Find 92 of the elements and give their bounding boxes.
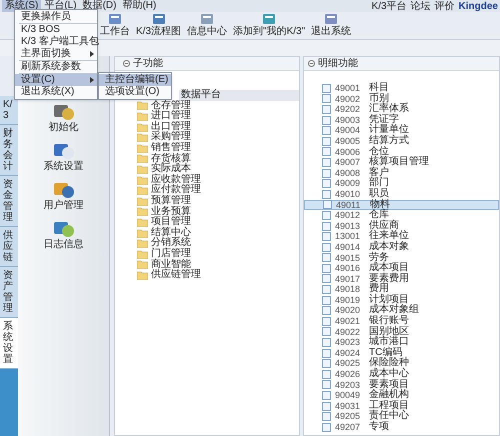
folder-icon xyxy=(137,228,148,238)
menu-item[interactable]: 设置(C) xyxy=(15,74,97,86)
side-tab[interactable]: K/3 xyxy=(0,96,18,125)
function-item[interactable]: 项目管理 xyxy=(115,217,299,228)
function-item[interactable]: 进口管理 xyxy=(115,111,299,122)
header-link[interactable]: Kingdee xyxy=(458,0,498,14)
function-item[interactable]: 数据平台 xyxy=(179,90,299,101)
detail-item[interactable]: 49005 结算方式 xyxy=(304,136,499,147)
side-tab[interactable]: 财务会计 xyxy=(0,125,18,176)
detail-item[interactable]: 49016 成本项目 xyxy=(304,263,499,274)
detail-item[interactable]: 49023 城市港口 xyxy=(304,337,499,348)
detail-item[interactable]: 49026 成本中心 xyxy=(304,369,499,380)
tab-strip-fill xyxy=(0,369,18,436)
folder-icon xyxy=(137,260,148,270)
detail-item[interactable]: 49202 汇率体系 xyxy=(304,104,499,115)
launcher-button[interactable]: 用户管理 xyxy=(44,180,84,211)
toolbar-button[interactable]: 工作台 xyxy=(100,12,130,37)
toolbar-icon xyxy=(200,12,214,26)
header-link[interactable]: K/3平台 xyxy=(372,0,407,14)
folder-icon xyxy=(137,164,148,174)
detail-item[interactable]: 13001 往来单位 xyxy=(304,231,499,242)
launcher-button[interactable]: 系统设置 xyxy=(44,141,84,172)
folder-icon xyxy=(137,154,148,164)
menu-item[interactable]: 帮助(H) xyxy=(119,0,160,12)
menu-item[interactable]: 主界面切换 xyxy=(15,48,97,60)
side-tab[interactable]: 资产管理 xyxy=(0,267,18,318)
detail-item[interactable]: 49001 科目 xyxy=(304,83,499,94)
detail-item[interactable]: 49021 银行账号 xyxy=(304,316,499,327)
function-item[interactable]: 业务预算 xyxy=(115,206,299,218)
menu-item[interactable]: 数据(D) xyxy=(80,0,120,12)
function-item[interactable]: 销售管理 xyxy=(115,142,299,154)
menu-item[interactable]: 主控台编辑(E) xyxy=(99,74,171,86)
collapse-icon[interactable] xyxy=(123,60,130,67)
folder-icon xyxy=(137,239,148,248)
function-item[interactable]: 供应链管理 xyxy=(115,270,299,281)
toolbar-icon xyxy=(262,12,276,26)
detail-item[interactable]: 49007 核算项目管理 xyxy=(304,157,499,168)
side-tab[interactable]: 供应链 xyxy=(0,227,18,267)
function-item[interactable]: 分销系统 xyxy=(115,238,299,249)
detail-item[interactable]: 90049 金融机构 xyxy=(304,390,499,401)
toolbar-button[interactable]: 信息中心 xyxy=(187,12,228,37)
folder-icon xyxy=(137,218,148,227)
toolbar-icon xyxy=(324,12,338,26)
toolbar-icon xyxy=(152,12,166,26)
menu-item[interactable]: 刷新系统参数 xyxy=(15,61,97,73)
folder-icon xyxy=(137,112,148,121)
function-item[interactable]: 门店管理 xyxy=(115,248,299,260)
side-tab[interactable]: 资金管理 xyxy=(0,176,18,227)
header-link[interactable]: 论坛 xyxy=(410,0,431,14)
toolbar-button[interactable]: 退出系统 xyxy=(311,12,352,37)
toolbar-icon xyxy=(108,12,122,26)
folder-icon xyxy=(137,270,148,280)
panel-header: 明细功能 xyxy=(304,57,499,71)
side-tab[interactable]: 系统设置 xyxy=(0,318,18,369)
menu-item[interactable]: K/3 客户端工具包 xyxy=(15,36,97,48)
header-link[interactable]: 评价 xyxy=(434,0,455,14)
folder-icon xyxy=(137,133,148,142)
folder-icon xyxy=(137,196,148,206)
launcher-icon xyxy=(52,219,74,239)
panel-header: 子功能 xyxy=(115,57,299,71)
launcher-button[interactable]: 初始化 xyxy=(48,102,78,133)
menu-item[interactable]: K/3 BOS xyxy=(15,24,97,36)
detail-item[interactable]: 49004 计量单位 xyxy=(304,125,499,136)
launcher-button[interactable]: 日志信息 xyxy=(44,219,84,250)
launcher-icon xyxy=(52,102,74,122)
detail-item[interactable]: 49012 仓库 xyxy=(304,210,499,221)
folder-icon xyxy=(137,250,148,259)
detail-item[interactable]: 49018 费用 xyxy=(304,284,499,295)
folder-icon xyxy=(137,207,148,216)
folder-icon xyxy=(137,122,148,132)
folder-icon xyxy=(137,144,148,153)
launcher-icon xyxy=(52,180,74,200)
function-item[interactable]: 应付款管理 xyxy=(115,185,299,196)
function-item[interactable]: 预算管理 xyxy=(115,196,299,207)
menu-item[interactable]: 选项设置(O) xyxy=(99,86,171,98)
folder-icon xyxy=(137,186,148,196)
toolbar-button[interactable]: K/3流程图 xyxy=(136,12,182,37)
function-item[interactable]: 采购管理 xyxy=(115,132,299,143)
function-item[interactable]: 实际成本 xyxy=(115,164,299,175)
submenu-arrow-icon xyxy=(90,51,94,57)
folder-icon xyxy=(137,176,148,185)
detail-item[interactable]: 49014 成本对象 xyxy=(304,242,499,252)
toolbar-button[interactable]: 添加到"我的K/3" xyxy=(233,12,306,37)
collapse-icon[interactable] xyxy=(308,60,315,67)
detail-item[interactable]: 49009 部门 xyxy=(304,178,499,189)
detail-item[interactable]: 49205 责任中心 xyxy=(304,411,499,422)
submenu-arrow-icon xyxy=(90,77,94,83)
detail-item[interactable]: 49010 职员 xyxy=(304,188,499,200)
menu-item[interactable]: 更换操作员 xyxy=(15,11,97,23)
menu-item[interactable]: 退出系统(X) xyxy=(15,86,97,98)
detail-item[interactable]: 49207 专项 xyxy=(304,422,499,433)
launcher-icon xyxy=(52,141,74,161)
